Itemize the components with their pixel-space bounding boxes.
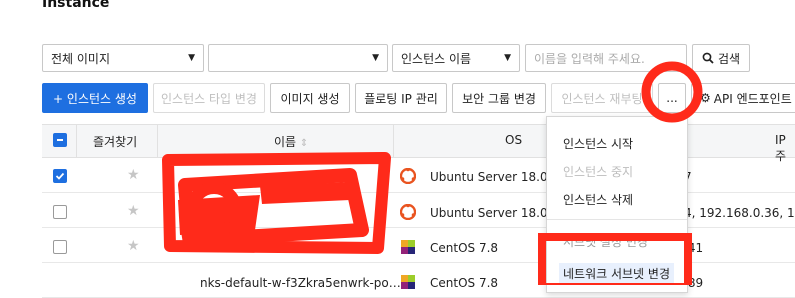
search-attribute-select[interactable]: 인스턴스 이름 ▼ [392, 44, 520, 72]
create-instance-button[interactable]: + 인스턴스 생성 [42, 83, 148, 113]
row-checkbox[interactable] [53, 240, 67, 254]
api-endpoint-button[interactable]: ⚙ API 엔드포인트 · [691, 83, 795, 113]
centos-icon [400, 239, 416, 258]
more-actions-button[interactable]: ... [658, 83, 686, 113]
sort-icon: ⇕ [299, 138, 309, 149]
ubuntu-icon [399, 203, 417, 223]
name-column-header[interactable]: 이름 ⇕ [274, 133, 308, 150]
row-ip: 4, 192.168.0.36, 133. [684, 206, 795, 220]
centos-icon [400, 274, 416, 293]
secondary-filter-select[interactable]: ▼ [208, 44, 388, 72]
ubuntu-icon [399, 167, 417, 187]
menu-item-subnet-settings[interactable]: 서브넷 설정 변경 [563, 233, 648, 250]
favorite-star-icon[interactable]: ★ [127, 203, 140, 219]
search-button-label: 검색 [717, 51, 741, 66]
search-placeholder: 이름을 입력해 주세요. [534, 51, 645, 66]
chevron-down-icon: ▼ [372, 53, 379, 63]
column-divider [157, 124, 158, 158]
row-checkbox[interactable] [53, 169, 67, 183]
row-os: Ubuntu Server 18.04 [430, 170, 556, 184]
more-actions-menu: 인스턴스 시작 인스턴스 중지 인스턴스 삭제 서브넷 설정 변경 네트워크 서… [546, 116, 688, 293]
favorite-column-header: 즐겨찾기 [93, 135, 138, 149]
column-divider [76, 124, 77, 158]
floating-ip-button[interactable]: 플로팅 IP 관리 [355, 83, 447, 113]
chevron-down-icon: ▼ [188, 53, 195, 63]
row-os: CentOS 7.8 [430, 276, 499, 290]
name-column-label: 이름 [274, 135, 297, 149]
row-os: CentOS 7.8 [430, 241, 499, 255]
menu-divider [547, 219, 687, 220]
row-os: Ubuntu Server 18.04 [430, 206, 556, 220]
row-checkbox[interactable] [53, 205, 67, 219]
os-column-header: OS [505, 133, 523, 147]
change-instance-type-button[interactable]: 인스턴스 타입 변경 [153, 83, 265, 113]
search-input[interactable]: 이름을 입력해 주세요. [525, 44, 687, 72]
favorite-star-icon[interactable]: ★ [127, 167, 140, 183]
chevron-down-icon: ▼ [504, 53, 511, 63]
gear-icon: ⚙ [700, 91, 711, 105]
column-divider [393, 124, 394, 158]
menu-item-stop-instance[interactable]: 인스턴스 중지 [563, 163, 633, 180]
favorite-star-icon[interactable]: ★ [127, 238, 140, 254]
image-filter-select[interactable]: 전체 이미지 ▼ [42, 44, 204, 72]
menu-item-start-instance[interactable]: 인스턴스 시작 [563, 135, 633, 152]
search-icon [702, 52, 714, 64]
check-icon [55, 172, 65, 180]
reboot-instance-button[interactable]: 인스턴스 재부팅 [551, 83, 653, 113]
page-title: Instance [42, 0, 110, 11]
menu-item-change-network-subnet[interactable]: 네트워크 서브넷 변경 [559, 263, 674, 284]
select-all-checkbox[interactable] [53, 133, 67, 147]
image-filter-value: 전체 이미지 [51, 51, 111, 66]
search-attribute-value: 인스턴스 이름 [401, 51, 472, 66]
create-image-button[interactable]: 이미지 생성 [270, 83, 350, 113]
api-endpoint-label: API 엔드포인트 · [713, 91, 795, 106]
row-name[interactable]: nks-default-w-f3Zkra5enwrk-po… [200, 276, 401, 290]
search-button[interactable]: 검색 [692, 44, 750, 72]
menu-item-delete-instance[interactable]: 인스턴스 삭제 [563, 191, 633, 208]
security-group-button[interactable]: 보안 그룹 변경 [452, 83, 546, 113]
